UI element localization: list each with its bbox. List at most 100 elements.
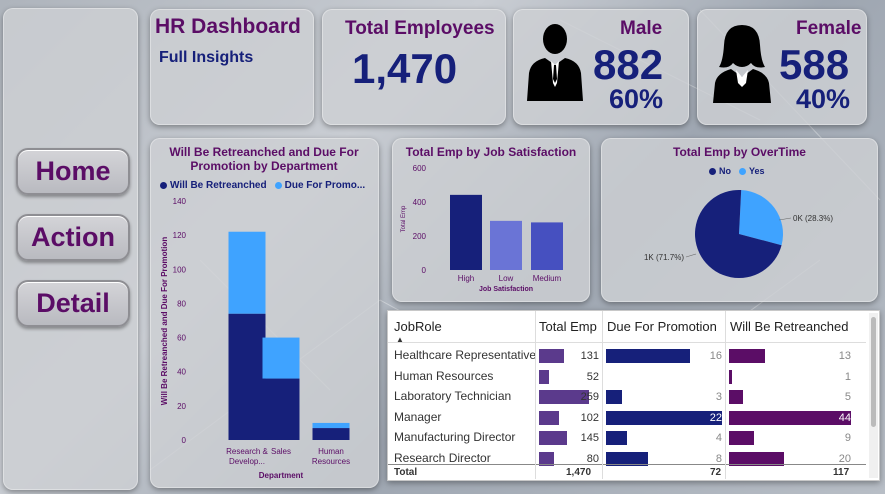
female-count: 588 [779, 41, 850, 88]
total-emp-value: 131 [580, 350, 599, 362]
female-card: Female 588 40% [697, 9, 867, 125]
detail-button[interactable]: Detail [16, 280, 130, 327]
dept-chart-card: Will Be Retreanched and Due For Promotio… [150, 138, 379, 488]
y-tick-label: 20 [177, 402, 186, 411]
female-label: Female [796, 18, 862, 39]
total-row-label: Total [394, 467, 418, 478]
table-row[interactable]: Manager 102 22 44 [388, 407, 866, 427]
total-employees-label: Total Employees [345, 18, 495, 39]
due-promotion-value: 3 [715, 391, 722, 403]
x-tick-label: High [458, 274, 474, 283]
table-row[interactable]: Healthcare Representative 131 16 13 [388, 345, 866, 365]
male-label: Male [620, 18, 663, 39]
x-tick-label: Resources [312, 457, 350, 466]
total-emp-bar [539, 431, 567, 445]
x-axis-title: Department [259, 471, 304, 480]
retreanched-bar [729, 349, 766, 363]
due-promotion-bar [606, 349, 691, 363]
pie-label-no: 1K (71.7%) [644, 253, 684, 262]
due-promotion-value: 22 [709, 411, 722, 424]
male-card: Male 882 60% [513, 9, 689, 125]
x-tick-label: Low [499, 274, 514, 283]
y-tick-label: 0 [182, 436, 187, 445]
pie-leader-no [685, 253, 697, 258]
x-tick-label: Medium [533, 274, 562, 283]
y-tick-label: 60 [177, 334, 186, 343]
table-row[interactable]: Manufacturing Director 145 4 9 [388, 427, 866, 447]
total-due-sum: 72 [710, 467, 722, 478]
jobrole-table: JobRole ▲ Total Emp Due For Promotion Wi… [387, 310, 880, 481]
retreanched-value: 20 [838, 452, 851, 465]
due-promotion-bar [606, 431, 628, 445]
table-row[interactable]: Laboratory Technician 259 3 5 [388, 386, 866, 406]
total-emp-bar [539, 349, 565, 363]
total-emp-value: 145 [580, 432, 599, 444]
male-count: 882 [593, 41, 664, 88]
female-percent: 40% [796, 84, 851, 114]
action-button[interactable]: Action [16, 214, 130, 261]
title-card: HR Dashboard Full Insights [150, 9, 314, 125]
jobrole-cell: Manufacturing Director [394, 430, 516, 444]
jobrole-cell: Research Director [394, 450, 491, 465]
bar-segment [312, 428, 350, 440]
jobrole-cell: Manager [394, 409, 442, 424]
total-emp-bar [539, 369, 550, 384]
column-header-total-emp[interactable]: Total Emp [539, 319, 597, 334]
home-button[interactable]: Home [16, 148, 130, 195]
y-tick-label: 80 [177, 299, 186, 308]
y-tick-label: 120 [173, 231, 187, 240]
y-tick-label: 140 [173, 197, 187, 206]
y-axis-title: Will Be Retreanched and Due For Promotio… [160, 237, 169, 406]
due-promotion-bar [606, 390, 622, 404]
y-tick-label: 40 [177, 368, 186, 377]
table-scrollbar[interactable] [869, 313, 878, 478]
total-emp-value: 259 [580, 391, 599, 403]
male-person-icon [527, 24, 583, 101]
overtime-card: Total Emp by OverTime No Yes 1K (71.7%) 0… [601, 138, 878, 302]
y-tick-label: 200 [413, 232, 427, 241]
female-person-icon [713, 25, 771, 103]
column-divider [535, 311, 536, 479]
bar-segment [262, 337, 300, 379]
total-emp-value: 52 [586, 370, 599, 383]
total-emp-value: 102 [580, 411, 599, 424]
pie-leader-yes [778, 217, 792, 221]
column-header-retreanched[interactable]: Will Be Retreanched [730, 319, 849, 334]
jobrole-cell: Laboratory Technician [394, 389, 512, 403]
bar-segment [228, 313, 266, 440]
total-employees-card: Total Employees 1,470 [322, 9, 506, 125]
due-promotion-value: 8 [715, 452, 722, 465]
x-tick-label: Develop... [229, 457, 265, 466]
retreanched-bar [729, 431, 754, 445]
total-employees-value: 1,470 [352, 45, 458, 92]
male-percent: 60% [609, 84, 664, 114]
column-divider [602, 311, 603, 479]
column-header-due-promotion[interactable]: Due For Promotion [607, 319, 717, 334]
retreanched-value: 44 [838, 411, 851, 424]
y-tick-label: 600 [413, 164, 427, 173]
job-satisfaction-chart: 0 200 400 600 Total Emp High Low MediumJob Sati… [401, 164, 563, 293]
total-emp-sum: 1,470 [566, 467, 592, 478]
retreanched-value: 13 [838, 350, 851, 362]
bar [450, 194, 482, 270]
dept-chart: 0 20 40 60 80 100 120 140 Will Be Retreanched an… [160, 197, 350, 480]
page-title: HR Dashboard [155, 15, 301, 38]
jobrole-cell: Human Resources [394, 368, 494, 383]
bar-segment [312, 422, 350, 429]
overtime-pie-chart: 1K (71.7%) 0K (28.3%) [644, 190, 833, 278]
x-tick-label: Research & [226, 447, 268, 456]
retreanched-bar [729, 369, 732, 384]
page-subtitle: Full Insights [159, 49, 254, 66]
pie-label-yes: 0K (28.3%) [793, 214, 833, 223]
scrollbar-thumb[interactable] [871, 317, 876, 427]
table-row[interactable]: Human Resources 52 1 [388, 366, 866, 386]
y-tick-label: 100 [173, 265, 187, 274]
y-axis-title: Total Emp [401, 205, 407, 232]
retreanched-bar [729, 390, 743, 404]
total-emp-bar [539, 410, 559, 425]
column-header-jobrole[interactable]: JobRole [394, 319, 442, 334]
retreanched-value: 5 [844, 391, 851, 403]
total-ret-sum: 117 [833, 467, 850, 478]
job-satisfaction-card: Total Emp by Job Satisfaction 0 200 400 600… [392, 138, 590, 302]
bar-segment [262, 378, 300, 440]
